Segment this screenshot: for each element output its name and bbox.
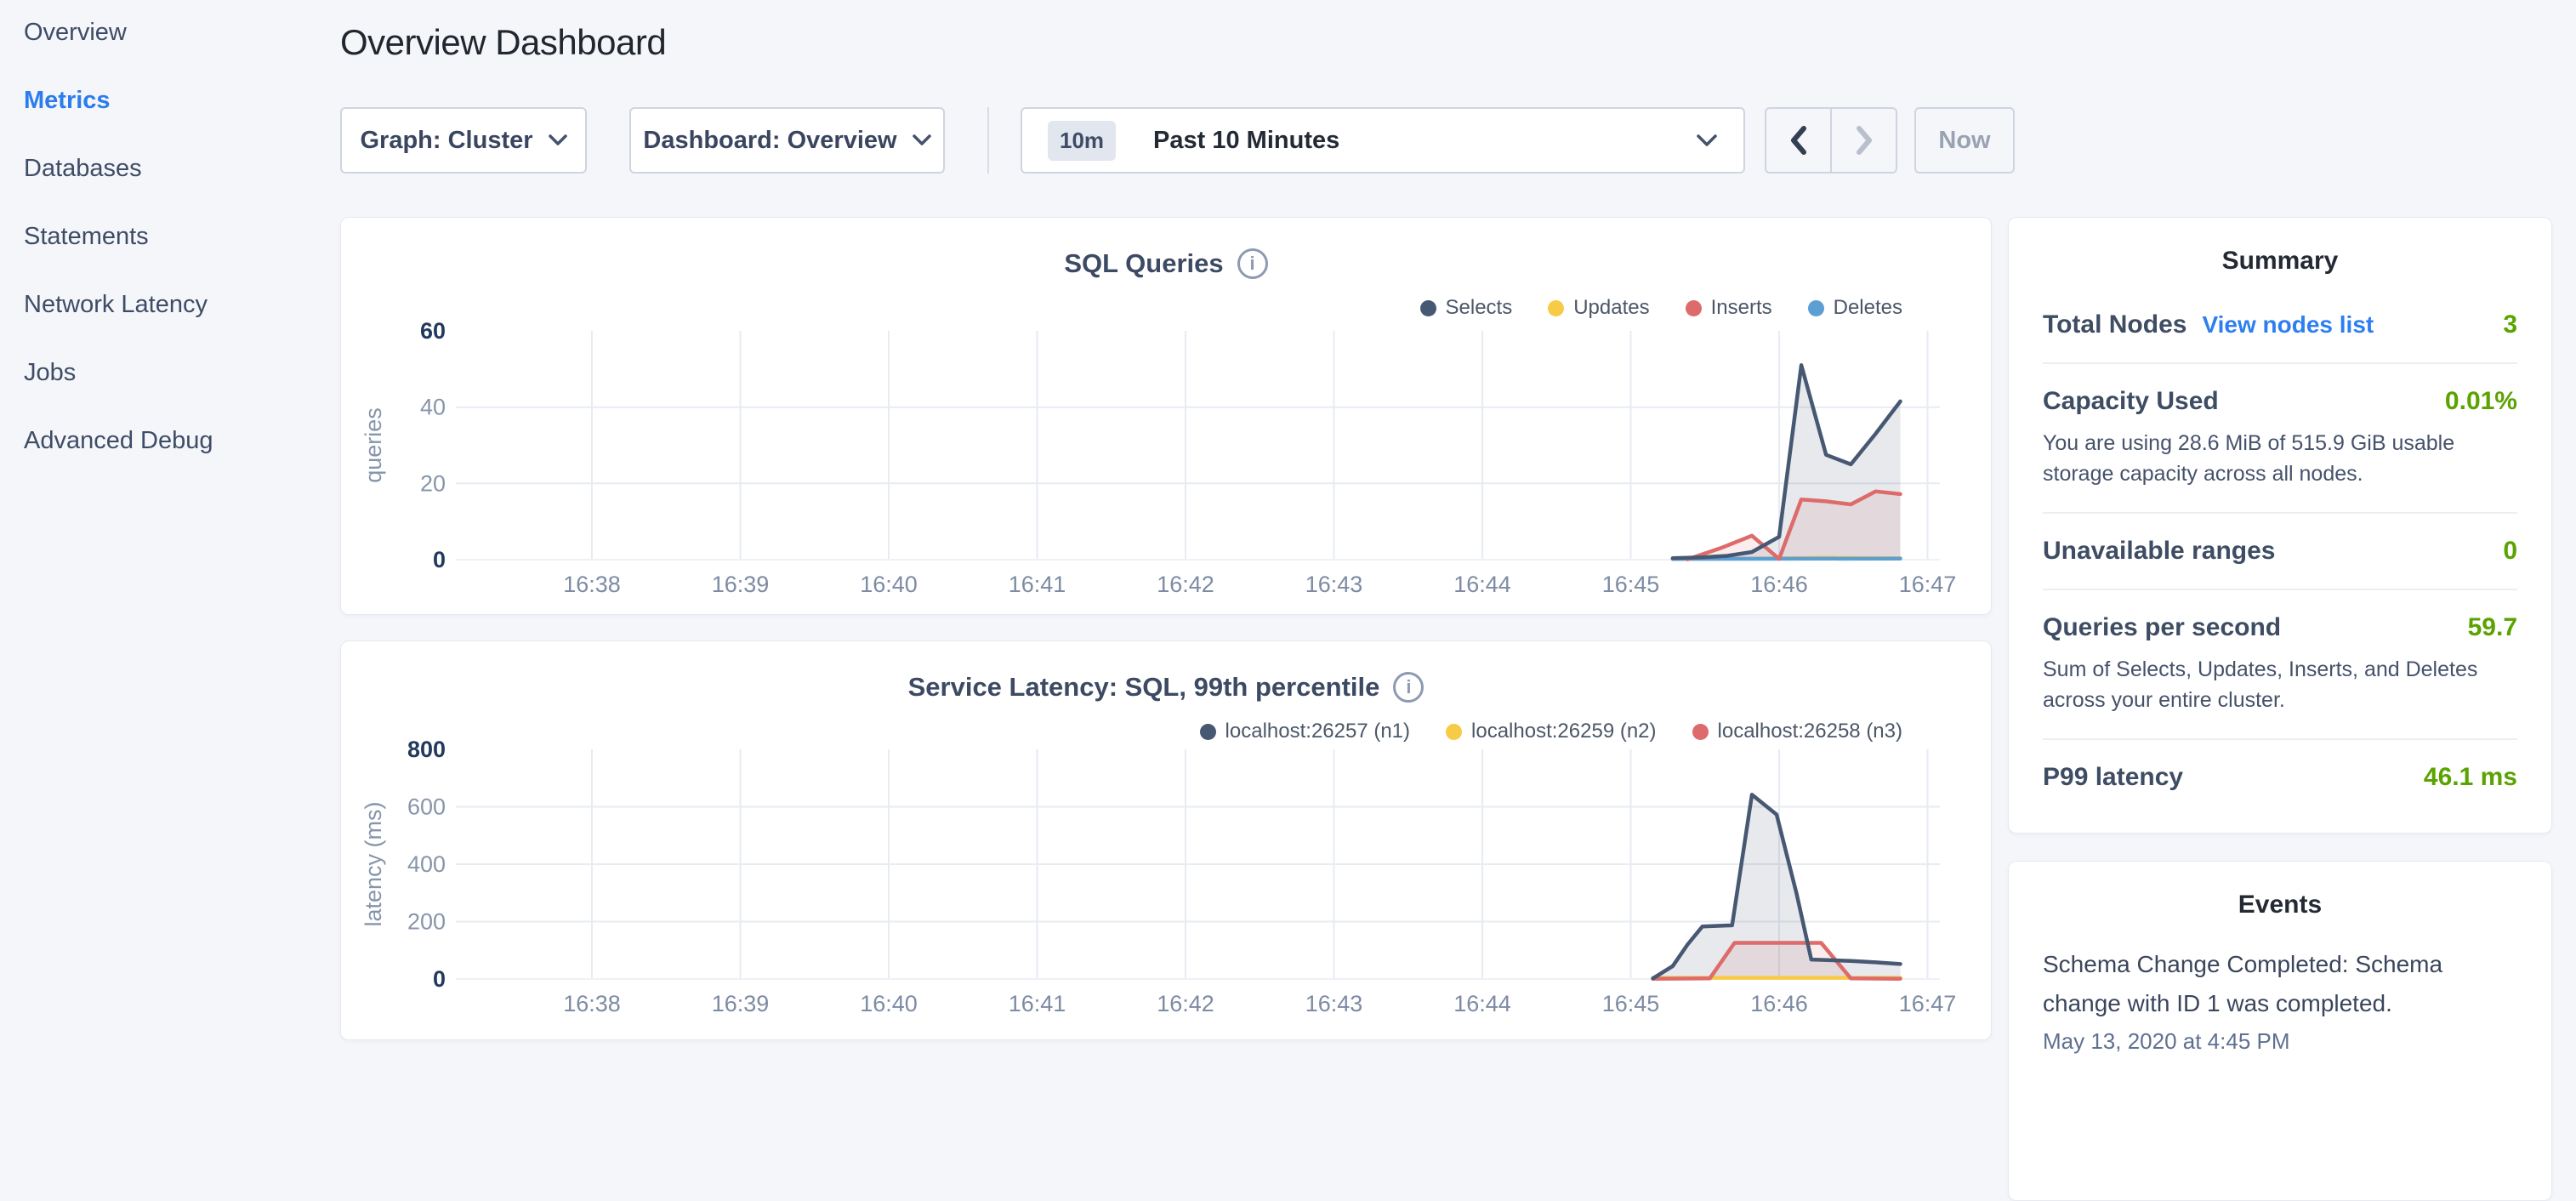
svg-text:200: 200 — [407, 909, 446, 935]
time-range-label: Past 10 Minutes — [1153, 127, 1339, 155]
total-nodes-value: 3 — [2503, 310, 2517, 339]
event-item-timestamp: May 13, 2020 at 4:45 PM — [2043, 1028, 2517, 1055]
svg-text:16:43: 16:43 — [1305, 991, 1363, 1016]
svg-text:16:42: 16:42 — [1157, 991, 1214, 1016]
unavailable-ranges-value: 0 — [2503, 537, 2517, 566]
dashboard-dropdown[interactable]: Dashboard: Overview — [629, 107, 945, 174]
p99-latency-label: P99 latency — [2043, 763, 2183, 792]
svg-text:16:39: 16:39 — [712, 991, 770, 1016]
service-latency-chart-card: Service Latency: SQL, 99th percentile i … — [340, 640, 1992, 1040]
sidebar-item-jobs[interactable]: Jobs — [24, 357, 213, 388]
page-title: Overview Dashboard — [340, 22, 666, 63]
time-step-back-button[interactable] — [1766, 109, 1830, 172]
controls-divider — [987, 107, 989, 174]
total-nodes-label: Total Nodes — [2043, 310, 2186, 339]
summary-row-unavailable-ranges: Unavailable ranges 0 — [2043, 514, 2517, 590]
dashboard-label: Dashboard: Overview — [643, 127, 896, 155]
unavailable-ranges-label: Unavailable ranges — [2043, 537, 2275, 566]
qps-description: Sum of Selects, Updates, Inserts, and De… — [2043, 654, 2517, 715]
time-step-buttons — [1765, 107, 1897, 174]
summary-row-total-nodes: Total Nodes View nodes list 3 — [2043, 287, 2517, 364]
sql-queries-chart-card: SQL Queries i SelectsUpdatesInsertsDelet… — [340, 217, 1992, 615]
chevron-down-icon — [549, 134, 567, 146]
svg-text:800: 800 — [407, 737, 446, 762]
event-item-text[interactable]: Schema Change Completed: Schema change w… — [2043, 945, 2494, 1023]
time-range-badge: 10m — [1048, 121, 1116, 161]
qps-value: 59.7 — [2468, 613, 2517, 642]
sidebar-item-network-latency[interactable]: Network Latency — [24, 289, 213, 320]
svg-text:16:44: 16:44 — [1453, 991, 1511, 1016]
svg-text:40: 40 — [420, 395, 446, 420]
now-button[interactable]: Now — [1914, 107, 2015, 174]
p99-latency-value: 46.1 ms — [2424, 763, 2517, 792]
svg-text:20: 20 — [420, 470, 446, 496]
sidebar: Overview Metrics Databases Statements Ne… — [24, 17, 213, 456]
events-panel: Events Schema Change Completed: Schema c… — [2008, 861, 2552, 1201]
service-latency-plot-area[interactable]: 16:38 16:39 16:40 16:41 16:42 16:43 16:44 16:45… — [341, 641, 1991, 1039]
svg-text:16:45: 16:45 — [1602, 991, 1660, 1016]
svg-text:latency (ms): latency (ms) — [361, 801, 386, 926]
svg-text:16:39: 16:39 — [712, 572, 770, 597]
summary-panel: Summary Total Nodes View nodes list 3 Ca… — [2008, 217, 2552, 834]
summary-row-p99: P99 latency 46.1 ms — [2043, 740, 2517, 815]
chevron-down-icon — [913, 134, 931, 146]
sidebar-item-overview[interactable]: Overview — [24, 17, 213, 48]
svg-text:16:46: 16:46 — [1750, 991, 1808, 1016]
svg-text:0: 0 — [433, 547, 446, 572]
events-title: Events — [2043, 891, 2517, 919]
graph-scope-label: Graph: Cluster — [360, 127, 532, 155]
time-step-forward-button[interactable] — [1830, 109, 1896, 172]
qps-label: Queries per second — [2043, 613, 2281, 642]
sql-queries-plot-area[interactable]: 16:38 16:39 16:40 16:41 16:42 16:43 16:44 16:45… — [341, 218, 1991, 614]
sidebar-item-statements[interactable]: Statements — [24, 221, 213, 252]
view-nodes-list-link[interactable]: View nodes list — [2202, 311, 2374, 339]
svg-text:16:40: 16:40 — [860, 991, 918, 1016]
svg-text:400: 400 — [407, 851, 446, 877]
chevron-right-icon — [1851, 123, 1877, 157]
svg-text:0: 0 — [433, 966, 446, 992]
chevron-down-icon — [1696, 134, 1718, 147]
graph-scope-dropdown[interactable]: Graph: Cluster — [340, 107, 587, 174]
svg-text:60: 60 — [420, 318, 446, 344]
svg-text:600: 600 — [407, 794, 446, 820]
capacity-description: You are using 28.6 MiB of 515.9 GiB usab… — [2043, 428, 2517, 489]
svg-text:16:44: 16:44 — [1453, 572, 1511, 597]
svg-text:16:38: 16:38 — [563, 572, 621, 597]
svg-text:queries: queries — [361, 407, 386, 483]
sidebar-item-databases[interactable]: Databases — [24, 153, 213, 184]
time-range-dropdown[interactable]: 10m Past 10 Minutes — [1021, 107, 1745, 174]
capacity-value: 0.01% — [2445, 387, 2517, 416]
svg-text:16:42: 16:42 — [1157, 572, 1214, 597]
svg-text:16:43: 16:43 — [1305, 572, 1363, 597]
chevron-left-icon — [1786, 123, 1811, 157]
svg-text:16:45: 16:45 — [1602, 572, 1660, 597]
summary-title: Summary — [2043, 247, 2517, 276]
sidebar-item-advanced-debug[interactable]: Advanced Debug — [24, 425, 213, 456]
sidebar-item-metrics[interactable]: Metrics — [24, 85, 213, 116]
svg-text:16:47: 16:47 — [1899, 572, 1957, 597]
svg-text:16:41: 16:41 — [1009, 991, 1066, 1016]
summary-row-qps: Queries per second 59.7 Sum of Selects, … — [2043, 590, 2517, 740]
svg-text:16:41: 16:41 — [1009, 572, 1066, 597]
svg-text:16:38: 16:38 — [563, 991, 621, 1016]
summary-row-capacity: Capacity Used 0.01% You are using 28.6 M… — [2043, 364, 2517, 514]
svg-text:16:47: 16:47 — [1899, 991, 1957, 1016]
capacity-label: Capacity Used — [2043, 387, 2219, 416]
svg-text:16:46: 16:46 — [1750, 572, 1808, 597]
svg-text:16:40: 16:40 — [860, 572, 918, 597]
